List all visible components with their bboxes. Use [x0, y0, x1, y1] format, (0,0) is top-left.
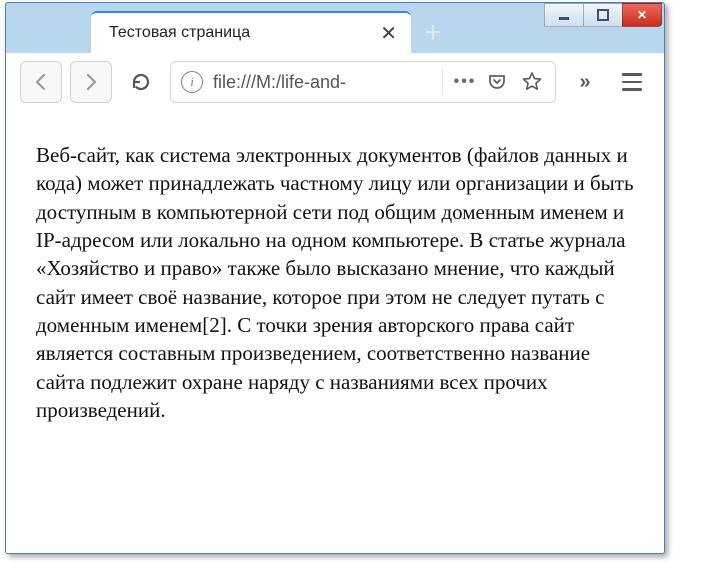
more-icon: ••• [454, 73, 477, 90]
pocket-icon [487, 72, 507, 92]
arrow-right-icon [81, 72, 101, 92]
body-paragraph: Веб-сайт, как система электронных докуме… [36, 141, 634, 424]
active-tab[interactable]: Тестовая страница ✕ [91, 11, 411, 53]
address-bar[interactable]: i file:///M:/life-and- ••• [170, 61, 556, 103]
reload-button[interactable] [120, 61, 162, 103]
plus-icon: + [424, 16, 442, 50]
window-controls: ✕ [544, 3, 662, 27]
tab-title: Тестовая страница [109, 24, 250, 42]
close-icon: ✕ [637, 8, 647, 22]
toolbar: i file:///M:/life-and- ••• » [6, 53, 664, 111]
pocket-button[interactable] [487, 72, 511, 92]
maximize-icon [596, 8, 610, 22]
url-text: file:///M:/life-and- [213, 72, 432, 93]
reload-icon [130, 71, 152, 93]
tab-close-button[interactable]: ✕ [368, 21, 397, 46]
site-info-icon[interactable]: i [181, 71, 203, 93]
arrow-left-icon [31, 72, 51, 92]
page-content: Веб-сайт, как система электронных докуме… [6, 111, 664, 553]
info-glyph: i [190, 74, 194, 90]
bookmark-button[interactable] [521, 71, 545, 93]
chevron-double-right-icon: » [579, 71, 590, 94]
new-tab-button[interactable]: + [415, 15, 451, 51]
overflow-button[interactable]: » [564, 61, 606, 103]
window-titlebar: ✕ Тестовая страница ✕ + [6, 3, 664, 53]
back-button[interactable] [20, 61, 62, 103]
tab-strip: Тестовая страница ✕ + [91, 11, 451, 53]
star-icon [521, 71, 543, 93]
maximize-button[interactable] [583, 3, 623, 27]
browser-window: ✕ Тестовая страница ✕ + i file:///M:/lif… [5, 2, 665, 554]
forward-button[interactable] [70, 61, 112, 103]
separator [442, 69, 443, 95]
minimize-button[interactable] [544, 3, 584, 27]
page-actions-button[interactable]: ••• [453, 73, 477, 91]
app-menu-button[interactable] [614, 64, 650, 100]
minimize-icon [557, 8, 571, 22]
close-window-button[interactable]: ✕ [622, 3, 662, 27]
hamburger-icon [622, 73, 642, 76]
